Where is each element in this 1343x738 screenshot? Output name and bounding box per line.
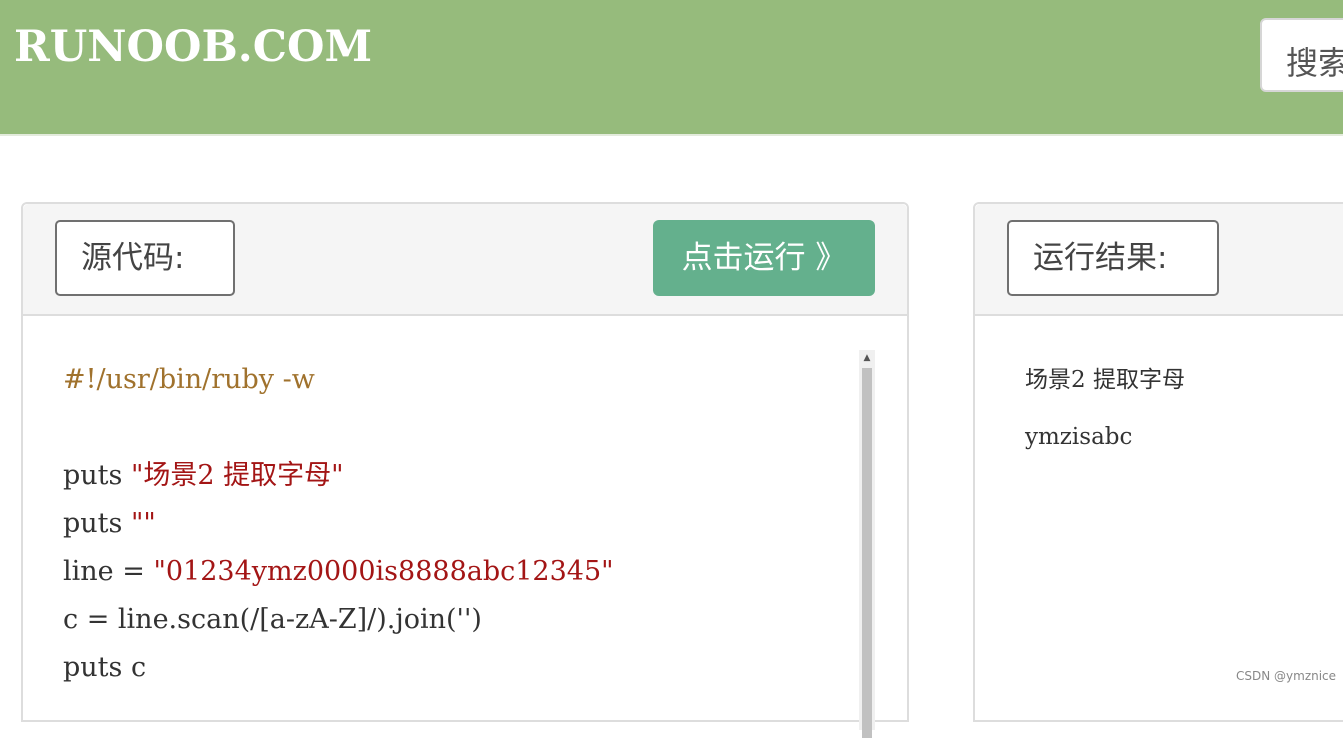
scrollbar-thumb[interactable]	[862, 368, 872, 738]
run-result-label: 运行结果:	[1007, 220, 1219, 296]
source-code-panel: 源代码: 点击运行 》 #!/usr/bin/ruby -w puts "场景2 …	[21, 202, 909, 738]
source-panel-header: 源代码: 点击运行 》	[23, 204, 907, 316]
code-token: puts	[63, 508, 131, 539]
scroll-up-arrow-icon[interactable]: ▲	[859, 350, 875, 366]
site-logo[interactable]: RUNOOB.COM	[14, 22, 372, 72]
code-token: "场景2 提取字母"	[130, 460, 344, 491]
code-token: puts	[63, 460, 131, 491]
code-editor[interactable]: #!/usr/bin/ruby -w puts "场景2 提取字母" puts ""…	[23, 316, 853, 736]
code-line: line = "01234ymz0000is8888abc12345"	[63, 552, 614, 592]
code-token: #!/usr/bin/ruby -w	[63, 364, 315, 395]
code-token: "01234ymz0000is8888abc12345"	[153, 556, 614, 587]
result-line: 场景2 提取字母	[1025, 367, 1185, 393]
code-token: line =	[63, 556, 154, 587]
code-scrollbar[interactable]: ▲	[859, 350, 875, 738]
result-panel-header: 运行结果:	[975, 204, 1343, 316]
code-line: puts "场景2 提取字母"	[63, 456, 344, 496]
source-code-label: 源代码:	[55, 220, 235, 296]
result-line: ymzisabc	[1025, 424, 1133, 450]
search-input[interactable]: 搜索	[1260, 18, 1343, 92]
code-token: puts c	[63, 652, 147, 683]
watermark: CSDN @ymznice	[1236, 669, 1337, 683]
site-header: RUNOOB.COM 搜索	[0, 0, 1343, 136]
code-token: c = line.scan(/[a-zA-Z]/).join('')	[63, 604, 482, 635]
code-line: puts ""	[63, 504, 156, 544]
code-line: puts c	[63, 648, 146, 688]
run-button[interactable]: 点击运行 》	[653, 220, 875, 296]
code-line: #!/usr/bin/ruby -w	[63, 360, 315, 400]
search-label: 搜索	[1286, 44, 1343, 82]
code-token: ""	[130, 508, 156, 539]
run-result-panel: 运行结果: 场景2 提取字母 ymzisabc	[973, 202, 1343, 722]
code-line: c = line.scan(/[a-zA-Z]/).join('')	[63, 600, 482, 640]
